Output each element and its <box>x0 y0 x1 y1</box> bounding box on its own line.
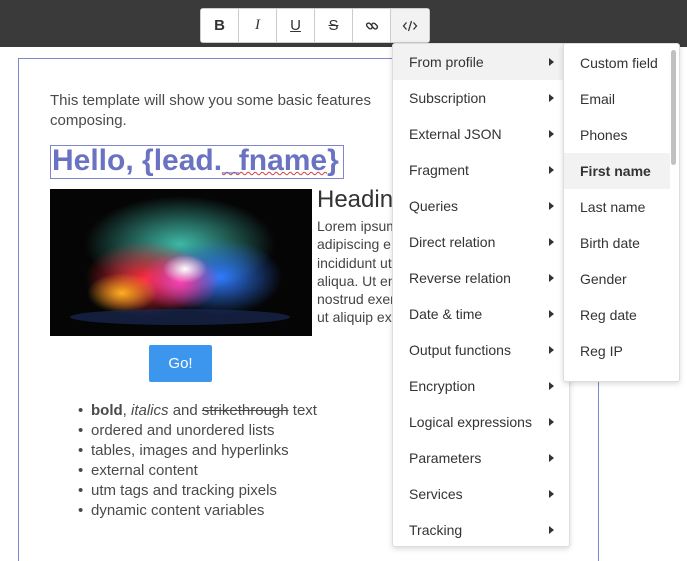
list-item: external content <box>78 461 317 481</box>
menu-item-subscription[interactable]: Subscription <box>393 80 569 116</box>
lorem-line: incididunt ut <box>317 254 392 271</box>
list-item: ordered and unordered lists <box>78 421 317 441</box>
hero-image <box>50 189 312 336</box>
chevron-right-icon <box>549 418 554 426</box>
submenu-item-email[interactable]: Email <box>564 81 670 117</box>
menu-item-external-json[interactable]: External JSON <box>393 116 569 152</box>
chevron-right-icon <box>549 94 554 102</box>
menu-item-queries[interactable]: Queries <box>393 188 569 224</box>
chevron-right-icon <box>549 202 554 210</box>
greeting-prefix: Hello, {lead. <box>52 144 223 177</box>
menu-item-encryption[interactable]: Encryption <box>393 368 569 404</box>
content-heading: Headin <box>317 186 394 213</box>
scrollbar-thumb[interactable] <box>671 50 676 165</box>
menu-item-tracking[interactable]: Tracking <box>393 512 569 548</box>
menu-item-reverse-relation[interactable]: Reverse relation <box>393 260 569 296</box>
submenu-item-last-name[interactable]: Last name <box>564 189 670 225</box>
submenu-item-phones[interactable]: Phones <box>564 117 670 153</box>
menu-item-fragment[interactable]: Fragment <box>393 152 569 188</box>
chevron-right-icon <box>549 130 554 138</box>
lorem-line: aliqua. Ut en <box>317 272 396 289</box>
menu-item-direct-relation[interactable]: Direct relation <box>393 224 569 260</box>
menu-item-output-functions[interactable]: Output functions <box>393 332 569 368</box>
profile-fields-submenu: Custom field Email Phones First name Las… <box>563 43 680 382</box>
features-list: bold, italics and strikethrough text ord… <box>78 401 317 521</box>
list-item: dynamic content variables <box>78 501 317 521</box>
code-icon <box>402 20 418 31</box>
chevron-right-icon <box>549 310 554 318</box>
link-button[interactable] <box>353 9 391 42</box>
italic-button[interactable]: I <box>239 9 277 42</box>
list-item: utm tags and tracking pixels <box>78 481 317 501</box>
chevron-right-icon <box>549 238 554 246</box>
strikethrough-button[interactable]: S <box>315 9 353 42</box>
lorem-text: Lorem ipsum adipiscing e incididunt ut a… <box>317 217 397 327</box>
submenu-item-first-name[interactable]: First name <box>564 153 670 189</box>
bold-button[interactable]: B <box>201 9 239 42</box>
chevron-right-icon <box>549 526 554 534</box>
greeting-variable: _fname <box>222 144 328 177</box>
lorem-line: adipiscing e <box>317 236 391 253</box>
chevron-right-icon <box>549 454 554 462</box>
chevron-right-icon <box>549 490 554 498</box>
submenu-scrollbar[interactable] <box>669 44 679 381</box>
menu-item-parameters[interactable]: Parameters <box>393 440 569 476</box>
submenu-item-gender[interactable]: Gender <box>564 261 670 297</box>
link-icon <box>365 21 378 30</box>
go-button[interactable]: Go! <box>149 345 212 382</box>
submenu-item-custom-field[interactable]: Custom field <box>564 45 670 81</box>
lorem-line: Lorem ipsum <box>317 218 397 234</box>
chevron-right-icon <box>549 166 554 174</box>
greeting-heading[interactable]: Hello, {lead._fname} <box>50 145 344 179</box>
chevron-right-icon <box>549 382 554 390</box>
greeting-suffix: } <box>327 144 339 177</box>
lorem-line: nostrud exer <box>317 291 395 308</box>
list-item: tables, images and hyperlinks <box>78 441 317 461</box>
submenu-item-reg-date[interactable]: Reg date <box>564 297 670 333</box>
underline-button[interactable]: U <box>277 9 315 42</box>
submenu-item-reg-ip[interactable]: Reg IP <box>564 333 670 369</box>
lorem-line: ut aliquip ex <box>317 309 392 326</box>
code-button[interactable] <box>391 9 429 42</box>
variables-menu: From profile Subscription External JSON … <box>392 43 570 547</box>
chevron-right-icon <box>549 274 554 282</box>
submenu-item-birth-date[interactable]: Birth date <box>564 225 670 261</box>
menu-item-date-time[interactable]: Date & time <box>393 296 569 332</box>
menu-item-services[interactable]: Services <box>393 476 569 512</box>
list-item: bold, italics and strikethrough text <box>78 401 317 421</box>
menu-item-from-profile[interactable]: From profile <box>393 44 569 80</box>
format-toolbar: B I U S <box>200 8 430 43</box>
chevron-right-icon <box>549 346 554 354</box>
menu-item-logical-expressions[interactable]: Logical expressions <box>393 404 569 440</box>
intro-text: This template will show you some basic f… <box>50 92 371 129</box>
chevron-right-icon <box>549 58 554 66</box>
